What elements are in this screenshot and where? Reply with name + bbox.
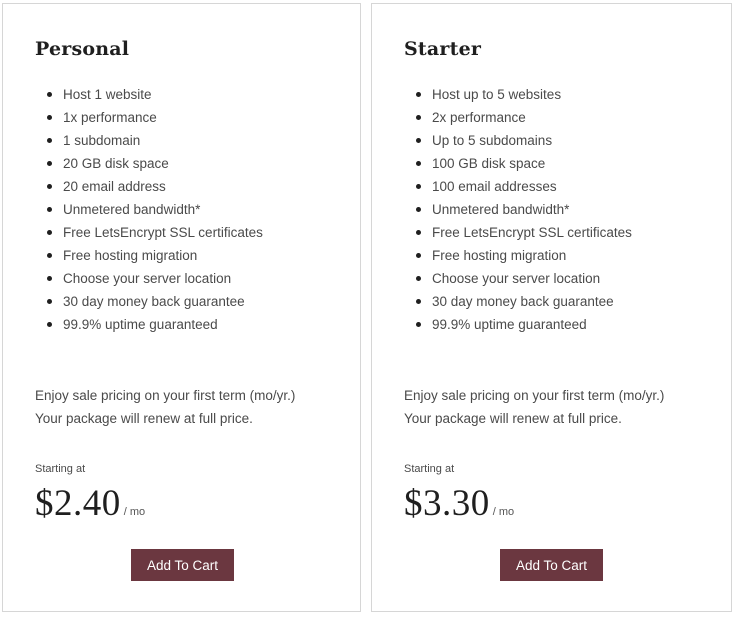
bullet-icon (416, 230, 421, 235)
feature-item: 99.9% uptime guaranteed (47, 313, 263, 336)
price-row: $2.40/ mo (35, 482, 145, 525)
pricing-note: Enjoy sale pricing on your first term (m… (404, 384, 664, 430)
bullet-icon (47, 230, 52, 235)
feature-list: Host 1 website 1x performance 1 subdomai… (35, 83, 263, 336)
pricing-note: Enjoy sale pricing on your first term (m… (35, 384, 295, 430)
pricing-note-line2: Your package will renew at full price. (35, 411, 253, 426)
bullet-icon (416, 276, 421, 281)
feature-item: Choose your server location (416, 267, 632, 290)
feature-item: Free hosting migration (416, 244, 632, 267)
bullet-icon (416, 322, 421, 327)
feature-item: Unmetered bandwidth* (416, 198, 632, 221)
bullet-icon (47, 115, 52, 120)
feature-item: Host 1 website (47, 83, 263, 106)
bullet-icon (47, 207, 52, 212)
bullet-icon (416, 115, 421, 120)
feature-item: 2x performance (416, 106, 632, 129)
bullet-icon (47, 184, 52, 189)
feature-item: Free hosting migration (47, 244, 263, 267)
bullet-icon (416, 207, 421, 212)
plan-title: Personal (35, 38, 130, 60)
feature-item: Choose your server location (47, 267, 263, 290)
bullet-icon (416, 299, 421, 304)
pricing-note-line1: Enjoy sale pricing on your first term (m… (404, 388, 665, 403)
feature-item: Host up to 5 websites (416, 83, 632, 106)
bullet-icon (47, 322, 52, 327)
feature-item: 99.9% uptime guaranteed (416, 313, 632, 336)
plan-card-personal: Personal Host 1 website 1x performance 1… (2, 3, 361, 612)
bullet-icon (47, 92, 52, 97)
starting-at-label: Starting at (404, 463, 455, 475)
price-period: / mo (492, 506, 515, 518)
price-period: / mo (123, 506, 146, 518)
add-to-cart-button[interactable]: Add To Cart (500, 549, 603, 581)
feature-list: Host up to 5 websites 2x performance Up … (404, 83, 632, 336)
feature-item: 1x performance (47, 106, 263, 129)
pricing-note-line1: Enjoy sale pricing on your first term (m… (35, 388, 296, 403)
feature-item: Free LetsEncrypt SSL certificates (47, 221, 263, 244)
feature-item: Free LetsEncrypt SSL certificates (416, 221, 632, 244)
feature-item: 20 email address (47, 175, 263, 198)
price-value: $2.40 (35, 483, 121, 524)
price-value: $3.30 (404, 483, 490, 524)
feature-item: 100 email addresses (416, 175, 632, 198)
pricing-plans: Personal Host 1 website 1x performance 1… (0, 0, 734, 617)
plan-title: Starter (404, 38, 482, 60)
bullet-icon (47, 161, 52, 166)
bullet-icon (416, 161, 421, 166)
feature-item: Up to 5 subdomains (416, 129, 632, 152)
bullet-icon (47, 299, 52, 304)
feature-item: Unmetered bandwidth* (47, 198, 263, 221)
pricing-note-line2: Your package will renew at full price. (404, 411, 622, 426)
bullet-icon (416, 253, 421, 258)
bullet-icon (47, 276, 52, 281)
feature-item: 30 day money back guarantee (416, 290, 632, 313)
feature-item: 30 day money back guarantee (47, 290, 263, 313)
starting-at-label: Starting at (35, 463, 86, 475)
bullet-icon (47, 253, 52, 258)
bullet-icon (416, 92, 421, 97)
plan-card-starter: Starter Host up to 5 websites 2x perform… (371, 3, 732, 612)
bullet-icon (416, 184, 421, 189)
feature-item: 1 subdomain (47, 129, 263, 152)
bullet-icon (416, 138, 421, 143)
add-to-cart-button[interactable]: Add To Cart (131, 549, 234, 581)
bullet-icon (47, 138, 52, 143)
price-row: $3.30/ mo (404, 482, 514, 525)
feature-item: 20 GB disk space (47, 152, 263, 175)
feature-item: 100 GB disk space (416, 152, 632, 175)
